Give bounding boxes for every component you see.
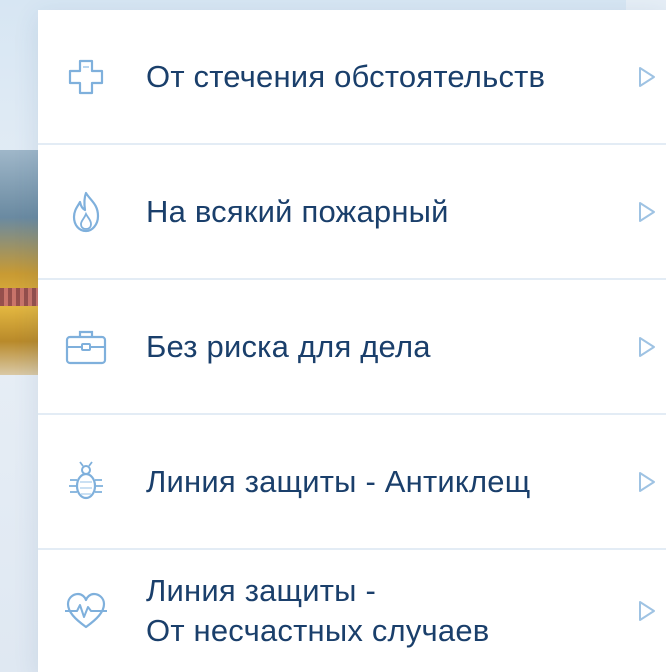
insurance-menu: От стечения обстоятельств На всякий пожа… <box>38 10 666 672</box>
menu-item-circumstances[interactable]: От стечения обстоятельств <box>38 10 666 145</box>
chevron-right-icon <box>636 470 658 494</box>
chevron-right-icon <box>636 599 658 623</box>
menu-item-accident[interactable]: Линия защиты - От несчастных случаев <box>38 550 666 672</box>
menu-item-label-line: От несчастных случаев <box>146 613 490 648</box>
flame-icon <box>62 188 110 236</box>
tick-bug-icon <box>62 458 110 506</box>
menu-item-label-line: От стечения обстоятельств <box>146 58 546 94</box>
briefcase-icon <box>62 323 110 371</box>
medical-cross-icon <box>62 53 110 101</box>
menu-item-label-line: На всякий пожарный <box>146 193 449 229</box>
menu-item-label: От стечения обстоятельств <box>146 57 596 97</box>
heart-pulse-icon <box>62 587 110 635</box>
chevron-right-icon <box>636 200 658 224</box>
chevron-right-icon <box>636 65 658 89</box>
menu-item-fire[interactable]: На всякий пожарный <box>38 145 666 280</box>
menu-item-label: Линия защиты - Антиклещ <box>146 462 596 502</box>
menu-item-label: На всякий пожарный <box>146 192 596 232</box>
menu-item-label-line: Линия защиты - Антиклещ <box>146 463 531 499</box>
menu-item-label: Линия защиты - От несчастных случаев <box>146 571 596 651</box>
menu-item-tick[interactable]: Линия защиты - Антиклещ <box>38 415 666 550</box>
menu-item-business[interactable]: Без риска для дела <box>38 280 666 415</box>
menu-item-label-line: Линия защиты - <box>146 573 376 608</box>
menu-item-label-line: Без риска для дела <box>146 328 431 364</box>
menu-item-label: Без риска для дела <box>146 327 596 367</box>
chevron-right-icon <box>636 335 658 359</box>
